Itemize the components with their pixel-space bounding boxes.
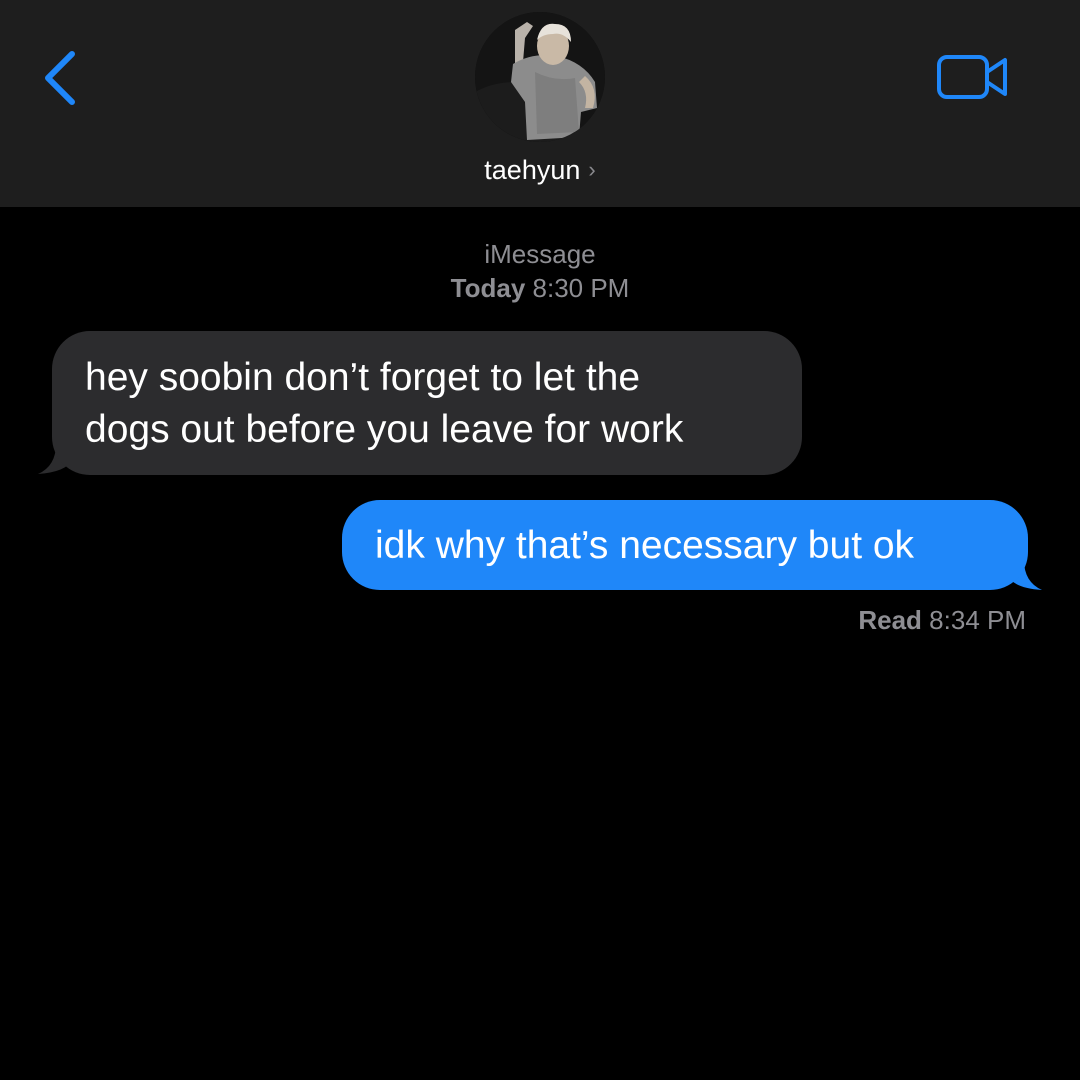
read-receipt-time: 8:34 PM bbox=[929, 605, 1026, 635]
service-label: iMessage bbox=[484, 239, 596, 269]
contact-name-link[interactable]: taehyun › bbox=[0, 152, 1080, 190]
read-receipt-label: Read bbox=[858, 605, 922, 635]
timestamp-day: Today bbox=[450, 273, 526, 303]
message-bubble-received[interactable]: hey soobin don’t forget to let the dogs … bbox=[52, 331, 802, 475]
timestamp-time: 8:30 PM bbox=[532, 273, 630, 303]
video-camera-icon bbox=[937, 55, 1007, 99]
contact-avatar[interactable] bbox=[475, 12, 605, 142]
chevron-left-icon bbox=[45, 51, 75, 105]
facetime-video-button[interactable] bbox=[935, 52, 1011, 102]
conversation-header: taehyun › bbox=[0, 0, 1080, 207]
read-receipt: Read 8:34 PM bbox=[858, 603, 1026, 637]
avatar-photo bbox=[475, 12, 605, 142]
conversation-screen: taehyun › iMessage Today 8:30 PM hey soob… bbox=[0, 0, 1080, 1080]
back-button[interactable] bbox=[36, 48, 86, 108]
thread-timestamp: Today 8:30 PM bbox=[0, 272, 1080, 304]
message-bubble-sent[interactable]: idk why that’s necessary but ok bbox=[342, 500, 1028, 590]
chevron-right-icon: › bbox=[588, 157, 596, 182]
contact-name: taehyun bbox=[484, 155, 581, 185]
